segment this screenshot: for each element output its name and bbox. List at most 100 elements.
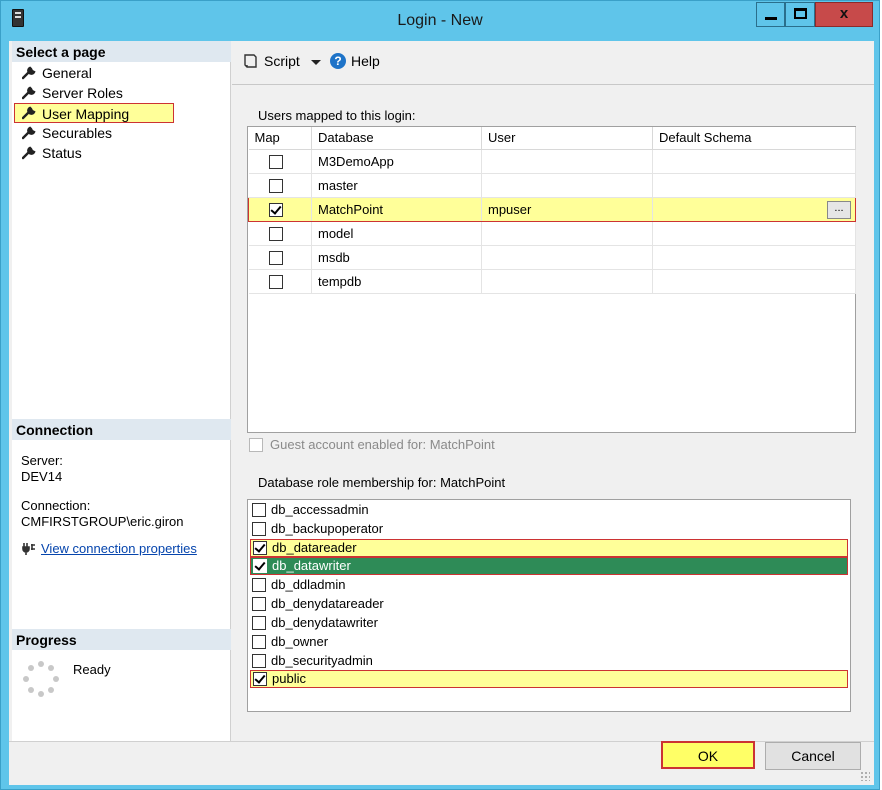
users-mapped-label: Users mapped to this login: xyxy=(258,108,416,123)
view-connection-properties-link[interactable]: View connection properties xyxy=(41,541,197,556)
database-cell: MatchPoint xyxy=(311,196,482,222)
list-item[interactable]: db_denydatawriter xyxy=(250,614,848,632)
map-checkbox[interactable] xyxy=(269,202,283,217)
role-name: db_ddladmin xyxy=(271,577,346,592)
role-name: db_denydatawriter xyxy=(271,615,378,630)
script-dropdown-icon[interactable] xyxy=(309,55,323,69)
role-checkbox[interactable] xyxy=(253,672,267,686)
page-item-label: Securables xyxy=(42,125,113,141)
col-header-default-schema[interactable]: Default Schema xyxy=(652,127,856,150)
resize-grip[interactable] xyxy=(860,771,870,781)
guest-account-checkbox xyxy=(249,437,263,452)
user-cell[interactable] xyxy=(481,269,653,294)
title-bar[interactable]: Login - New x xyxy=(1,1,879,41)
dialog-client-area: Select a page General Server Roles User … xyxy=(9,41,874,785)
map-checkbox[interactable] xyxy=(268,154,283,169)
minimize-icon xyxy=(764,17,777,20)
page-item-label: General xyxy=(42,65,92,81)
cancel-button[interactable]: Cancel xyxy=(765,742,861,770)
plug-icon xyxy=(22,543,35,555)
map-checkbox[interactable] xyxy=(268,274,283,289)
list-item[interactable]: db_owner xyxy=(250,633,848,651)
connection-label: Connection: xyxy=(21,498,91,513)
page-item-status[interactable]: Status xyxy=(12,143,231,163)
role-name: db_accessadmin xyxy=(271,502,369,517)
user-cell[interactable]: mpuser xyxy=(481,196,653,222)
role-checkbox[interactable] xyxy=(252,578,266,592)
map-checkbox[interactable] xyxy=(268,226,283,241)
table-row[interactable]: tempdb xyxy=(248,269,856,294)
page-item-user-mapping[interactable]: User Mapping xyxy=(14,103,174,123)
col-header-user[interactable]: User xyxy=(481,127,653,150)
list-item[interactable]: db_ddladmin xyxy=(250,576,848,594)
users-mapped-table: Map Database User Default Schema M3DemoA… xyxy=(248,127,856,294)
schema-cell[interactable] xyxy=(652,149,856,174)
server-label: Server: xyxy=(21,453,63,468)
list-item-highlighted[interactable]: public xyxy=(250,670,848,688)
toolbar-divider xyxy=(232,84,874,85)
user-cell[interactable] xyxy=(481,173,653,198)
server-value: DEV14 xyxy=(21,469,63,484)
role-checkbox[interactable] xyxy=(252,616,266,630)
role-checkbox[interactable] xyxy=(253,541,267,555)
map-cell xyxy=(248,196,312,222)
user-cell[interactable] xyxy=(481,149,653,174)
role-name: db_denydatareader xyxy=(271,596,384,611)
list-item[interactable]: db_accessadmin xyxy=(250,501,848,519)
connection-header: Connection xyxy=(12,419,231,440)
role-membership-list: db_accessadmin db_backupoperator db_data… xyxy=(247,499,851,712)
schema-cell[interactable] xyxy=(652,221,856,246)
role-checkbox[interactable] xyxy=(252,635,266,649)
user-cell[interactable] xyxy=(481,245,653,270)
schema-cell[interactable] xyxy=(652,269,856,294)
list-item[interactable]: db_backupoperator xyxy=(250,520,848,538)
view-connection-properties: View connection properties xyxy=(21,541,197,556)
script-icon xyxy=(244,54,257,68)
page-item-general[interactable]: General xyxy=(12,63,231,83)
list-item[interactable]: db_securityadmin xyxy=(250,652,848,670)
ok-button[interactable]: OK xyxy=(661,741,755,769)
col-header-map[interactable]: Map xyxy=(248,127,312,150)
list-item-highlighted[interactable]: db_datareader xyxy=(250,539,848,557)
page-item-server-roles[interactable]: Server Roles xyxy=(12,83,231,103)
map-checkbox[interactable] xyxy=(268,178,283,193)
table-row[interactable]: msdb xyxy=(248,245,856,270)
browse-schema-button[interactable]: ... xyxy=(827,200,851,219)
role-name: db_datawriter xyxy=(272,558,351,573)
map-cell xyxy=(248,221,312,246)
table-row[interactable]: M3DemoApp xyxy=(248,149,856,174)
map-checkbox[interactable] xyxy=(268,250,283,265)
maximize-button[interactable] xyxy=(785,2,815,27)
role-checkbox[interactable] xyxy=(252,654,266,668)
help-icon: ? xyxy=(330,53,346,69)
help-button[interactable]: ? Help xyxy=(330,53,380,69)
role-name: db_owner xyxy=(271,634,329,649)
right-pane: Script ? Help Users mapped to this login… xyxy=(232,41,874,741)
user-cell[interactable] xyxy=(481,221,653,246)
page-item-label: User Mapping xyxy=(42,106,130,122)
table-row-highlighted[interactable]: MatchPoint mpuser ... xyxy=(248,196,856,222)
schema-cell[interactable]: ... xyxy=(652,196,856,222)
role-checkbox[interactable] xyxy=(253,559,267,573)
table-row[interactable]: model xyxy=(248,221,856,246)
wrench-icon xyxy=(22,86,36,100)
users-mapped-grid: Map Database User Default Schema M3DemoA… xyxy=(247,126,856,433)
role-name: db_datareader xyxy=(272,540,357,555)
close-button[interactable]: x xyxy=(815,2,873,27)
list-item[interactable]: db_denydatareader xyxy=(250,595,848,613)
role-checkbox[interactable] xyxy=(252,522,266,536)
schema-cell[interactable] xyxy=(652,245,856,270)
list-item-selected[interactable]: db_datawriter xyxy=(250,557,848,575)
minimize-button[interactable] xyxy=(756,2,785,27)
wrench-icon xyxy=(22,146,36,160)
progress-header: Progress xyxy=(12,629,231,650)
script-button[interactable]: Script xyxy=(242,53,300,69)
progress-spinner-icon xyxy=(23,661,59,697)
table-row[interactable]: master xyxy=(248,173,856,198)
role-checkbox[interactable] xyxy=(252,597,266,611)
page-item-securables[interactable]: Securables xyxy=(12,123,231,143)
schema-cell[interactable] xyxy=(652,173,856,198)
guest-account-option: Guest account enabled for: MatchPoint xyxy=(249,437,495,452)
col-header-database[interactable]: Database xyxy=(311,127,482,150)
role-checkbox[interactable] xyxy=(252,503,266,517)
